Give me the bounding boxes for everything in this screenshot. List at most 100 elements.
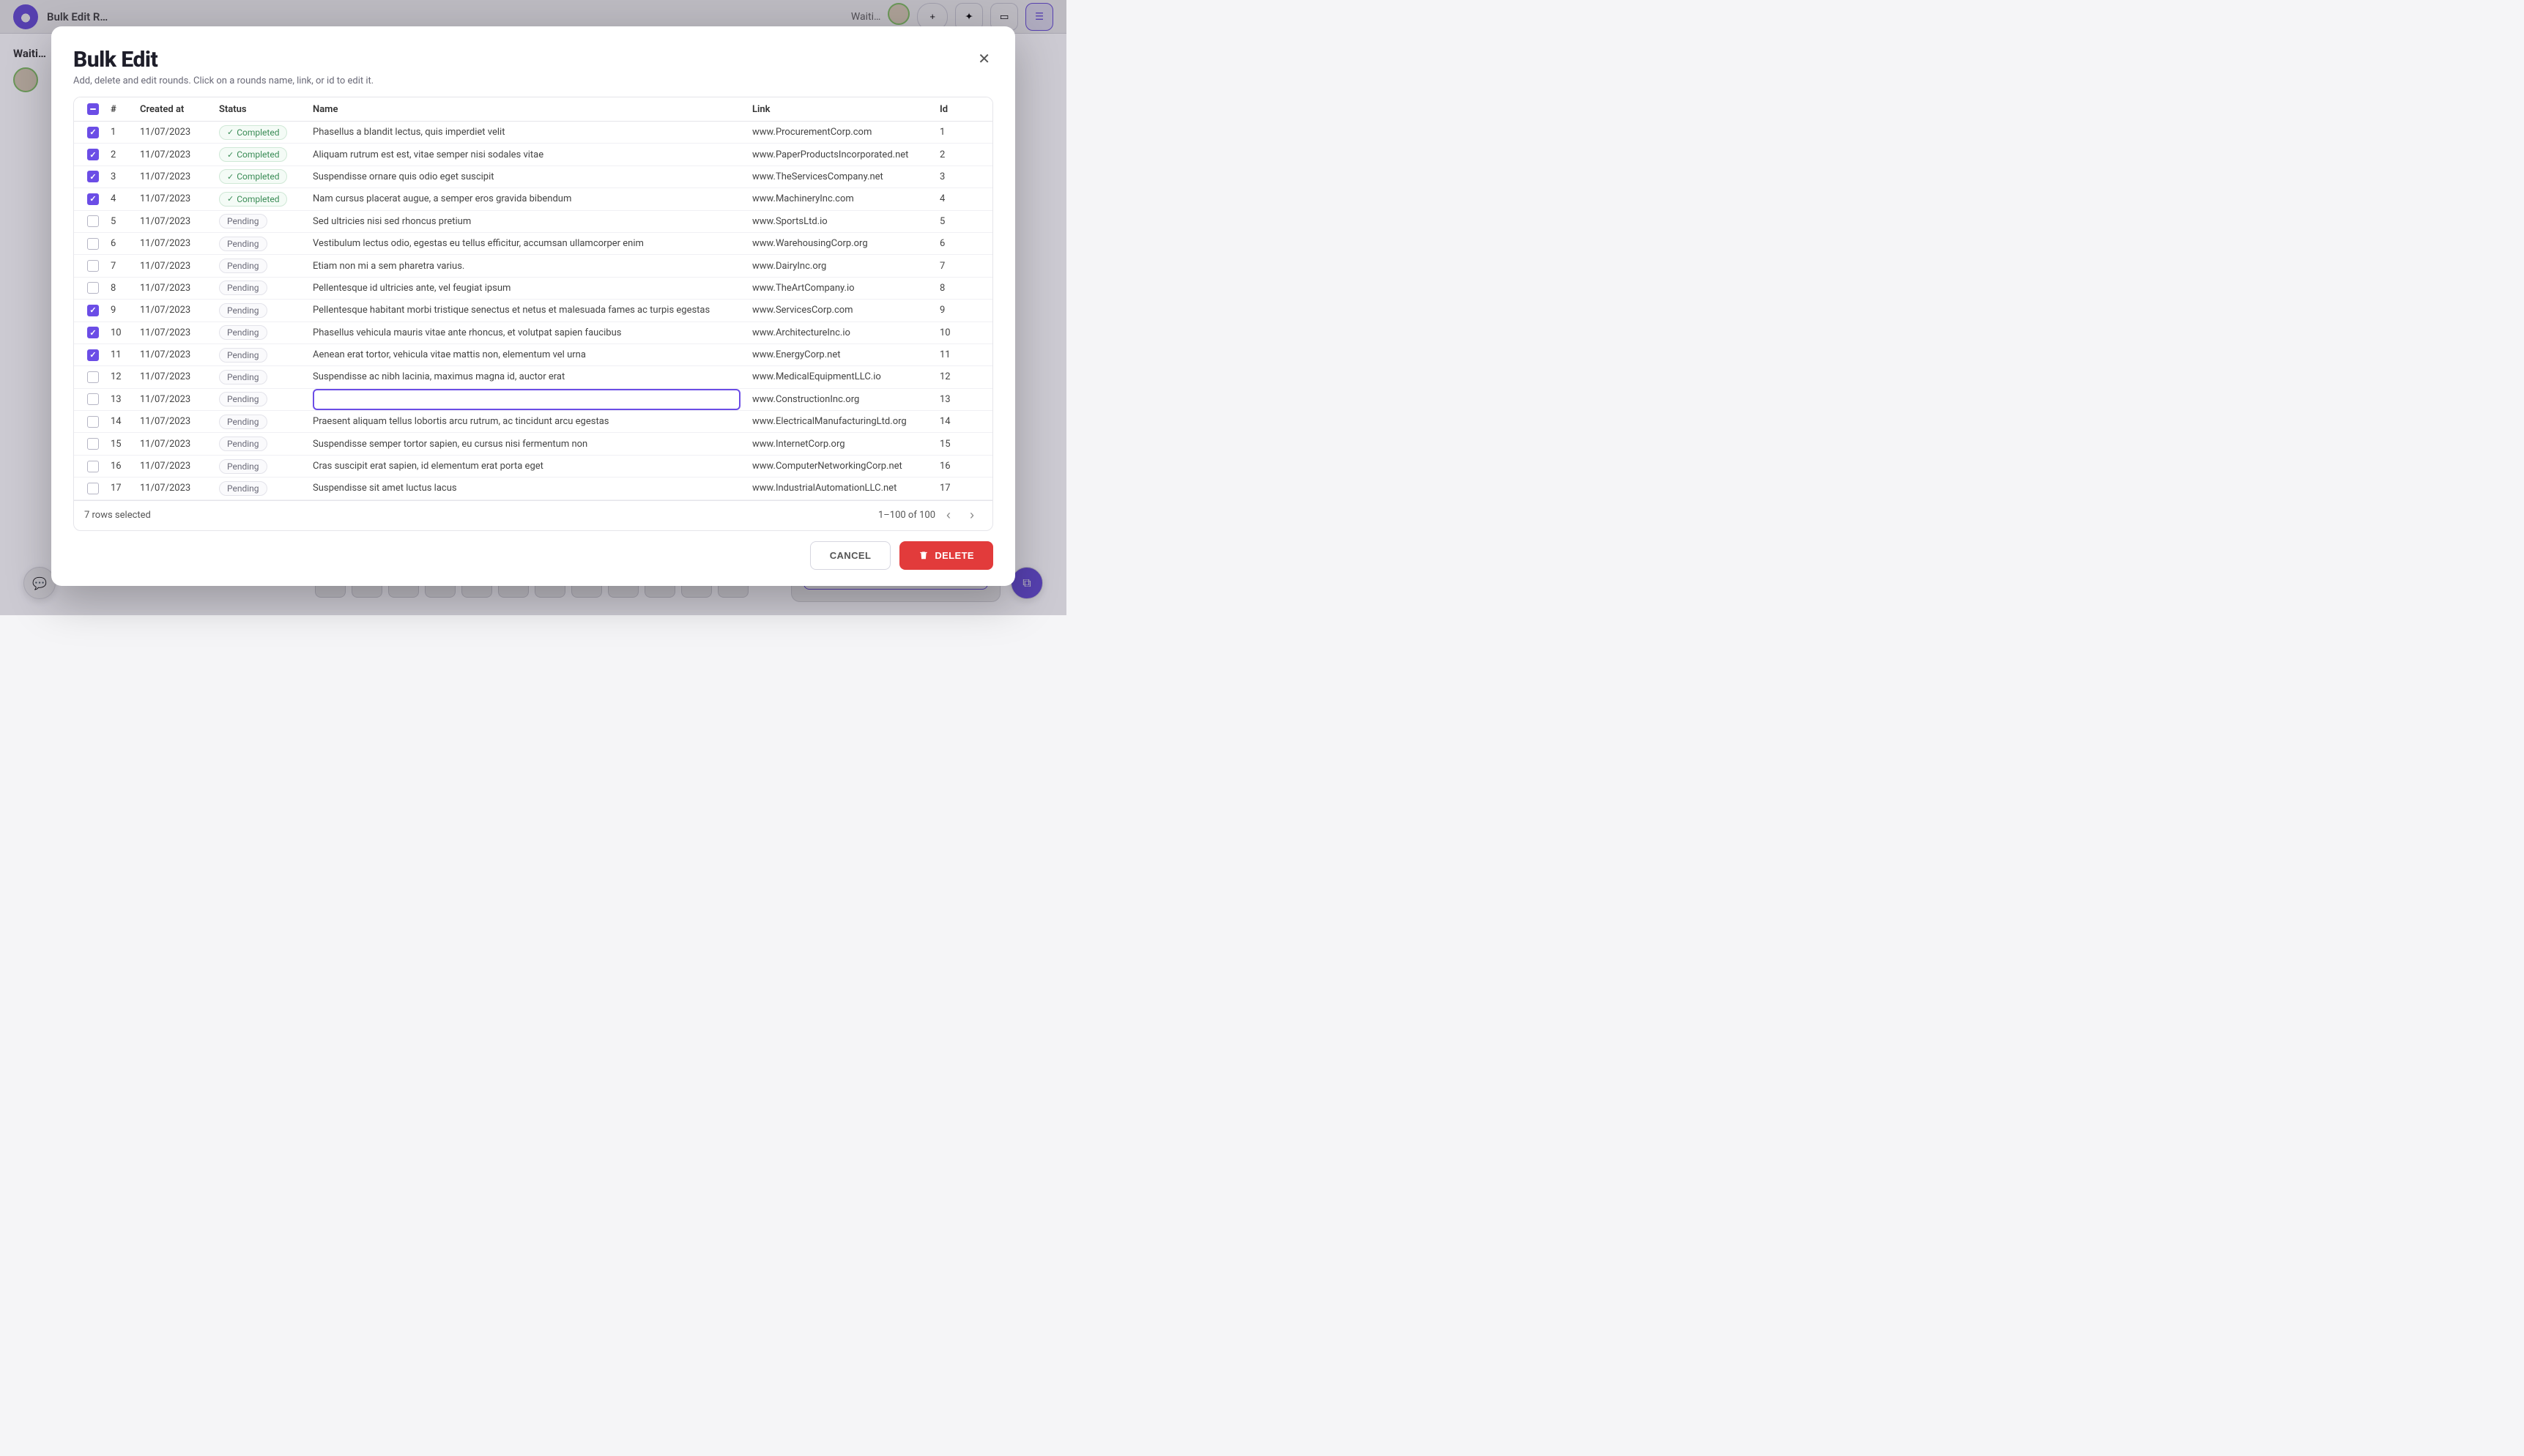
row-link-cell[interactable]: www.PaperProductsIncorporated.net: [748, 149, 935, 160]
row-name-cell[interactable]: Suspendisse sit amet luctus lacus: [308, 483, 748, 494]
row-link-cell[interactable]: www.MedicalEquipmentLLC.io: [748, 371, 935, 382]
row-link-cell[interactable]: www.WarehousingCorp.org: [748, 238, 935, 249]
row-name-cell[interactable]: Suspendisse ornare quis odio eget suscip…: [308, 171, 748, 182]
row-id-cell[interactable]: 5: [935, 216, 992, 227]
row-status: Pending: [215, 303, 308, 318]
row-checkbox[interactable]: [87, 461, 99, 472]
row-id-cell[interactable]: 12: [935, 371, 992, 382]
row-link-cell[interactable]: www.MachineryInc.com: [748, 193, 935, 204]
row-name-cell[interactable]: Suspendisse ac nibh lacinia, maximus mag…: [308, 371, 748, 382]
row-checkbox[interactable]: [87, 305, 99, 316]
row-id-cell[interactable]: 16: [935, 461, 992, 472]
row-number: 8: [106, 283, 136, 294]
row-id-cell[interactable]: 17: [935, 483, 992, 494]
row-id-cell[interactable]: 2: [935, 149, 992, 160]
row-id-cell[interactable]: 3: [935, 171, 992, 182]
row-checkbox[interactable]: [87, 393, 99, 405]
row-checkbox[interactable]: [87, 483, 99, 494]
row-name-cell[interactable]: Pellentesque habitant morbi tristique se…: [308, 305, 748, 316]
row-link-cell[interactable]: www.DairyInc.org: [748, 261, 935, 272]
modal-overlay: Bulk Edit Add, delete and edit rounds. C…: [0, 0, 1066, 615]
row-created: 11/07/2023: [136, 305, 215, 316]
prev-page-button[interactable]: ‹: [938, 505, 959, 526]
select-all-checkbox[interactable]: [87, 103, 99, 115]
table-row: 1611/07/2023PendingCras suscipit erat sa…: [74, 456, 992, 478]
name-edit-input[interactable]: [313, 389, 741, 410]
row-id-cell[interactable]: 1: [935, 127, 992, 138]
status-pending-chip: Pending: [219, 459, 267, 474]
row-created: 11/07/2023: [136, 327, 215, 338]
row-link-cell[interactable]: www.ElectricalManufacturingLtd.org: [748, 416, 935, 427]
row-link-cell[interactable]: www.IndustrialAutomationLLC.net: [748, 483, 935, 494]
row-checkbox[interactable]: [87, 282, 99, 294]
status-pending-chip: Pending: [219, 437, 267, 451]
row-name-cell[interactable]: Suspendisse semper tortor sapien, eu cur…: [308, 439, 748, 450]
table-row: 10 11/07/2023 Pending Phasellus vehicula ma…: [74, 322, 992, 344]
row-id-cell[interactable]: 6: [935, 238, 992, 249]
status-pending-chip: Pending: [219, 325, 267, 340]
row-status: ✓Completed: [215, 169, 308, 184]
row-link-cell[interactable]: www.ComputerNetworkingCorp.net: [748, 461, 935, 472]
row-checkbox[interactable]: [87, 371, 99, 383]
status-pending-chip: Pending: [219, 259, 267, 273]
row-name-cell[interactable]: Etiam non mi a sem pharetra varius.: [308, 261, 748, 272]
row-name-cell[interactable]: Praesent aliquam tellus lobortis arcu ru…: [308, 416, 748, 427]
status-completed-chip: ✓Completed: [219, 192, 287, 207]
row-checkbox[interactable]: [87, 416, 99, 428]
row-name-cell[interactable]: Sed ultricies nisi sed rhoncus pretium: [308, 216, 748, 227]
status-pending-chip: Pending: [219, 370, 267, 385]
row-name-cell[interactable]: [308, 389, 748, 410]
row-link-cell[interactable]: www.EnergyCorp.net: [748, 349, 935, 360]
row-link-cell[interactable]: www.TheServicesCompany.net: [748, 171, 935, 182]
cancel-button[interactable]: CANCEL: [810, 541, 891, 570]
row-id-cell[interactable]: 7: [935, 261, 992, 272]
status-completed-chip: ✓Completed: [219, 169, 287, 184]
row-id-cell[interactable]: 10: [935, 327, 992, 338]
row-checkbox[interactable]: [87, 327, 99, 338]
row-name-cell[interactable]: Phasellus a blandit lectus, quis imperdi…: [308, 127, 748, 138]
table-row: 1711/07/2023PendingSuspendisse sit amet …: [74, 478, 992, 499]
row-status: Pending: [215, 259, 308, 273]
row-link-cell[interactable]: www.InternetCorp.org: [748, 439, 935, 450]
row-name-cell[interactable]: Aliquam rutrum est est, vitae semper nis…: [308, 149, 748, 160]
row-name-cell[interactable]: Phasellus vehicula mauris vitae ante rho…: [308, 327, 748, 338]
row-name-cell[interactable]: Cras suscipit erat sapien, id elementum …: [308, 461, 748, 472]
row-link-cell[interactable]: www.TheArtCompany.io: [748, 283, 935, 294]
row-checkbox[interactable]: [87, 215, 99, 227]
row-id-cell[interactable]: 11: [935, 349, 992, 360]
row-created: 11/07/2023: [136, 171, 215, 182]
row-id-cell[interactable]: 4: [935, 193, 992, 204]
row-checkbox[interactable]: [87, 238, 99, 250]
row-name-cell[interactable]: Nam cursus placerat augue, a semper eros…: [308, 193, 748, 204]
row-id-cell[interactable]: 9: [935, 305, 992, 316]
row-checkbox[interactable]: [87, 127, 99, 138]
row-link-cell[interactable]: www.ProcurementCorp.com: [748, 127, 935, 138]
row-checkbox[interactable]: [87, 260, 99, 272]
row-checkbox[interactable]: [87, 349, 99, 361]
delete-button[interactable]: DELETE: [899, 541, 993, 570]
row-checkbox[interactable]: [87, 149, 99, 160]
check-icon: ✓: [227, 194, 234, 204]
next-page-button[interactable]: ›: [962, 505, 982, 526]
table-row: 1511/07/2023PendingSuspendisse semper to…: [74, 433, 992, 455]
row-number: 15: [106, 439, 136, 450]
row-checkbox[interactable]: [87, 193, 99, 205]
row-link-cell[interactable]: www.ArchitectureInc.io: [748, 327, 935, 338]
row-name-cell[interactable]: Aenean erat tortor, vehicula vitae matti…: [308, 349, 748, 360]
row-created: 11/07/2023: [136, 261, 215, 272]
row-checkbox[interactable]: [87, 438, 99, 450]
row-id-cell[interactable]: 15: [935, 439, 992, 450]
row-link-cell[interactable]: www.SportsLtd.io: [748, 216, 935, 227]
row-id-cell[interactable]: 13: [935, 394, 992, 405]
row-link-cell[interactable]: www.ServicesCorp.com: [748, 305, 935, 316]
close-button[interactable]: ✕: [975, 47, 993, 71]
row-name-cell[interactable]: Pellentesque id ultricies ante, vel feug…: [308, 283, 748, 294]
row-created: 11/07/2023: [136, 349, 215, 360]
row-status: Pending: [215, 415, 308, 429]
row-name-cell[interactable]: Vestibulum lectus odio, egestas eu tellu…: [308, 238, 748, 249]
row-link-cell[interactable]: www.ConstructionInc.org: [748, 394, 935, 405]
row-number: 5: [106, 216, 136, 227]
row-checkbox[interactable]: [87, 171, 99, 182]
row-id-cell[interactable]: 8: [935, 283, 992, 294]
row-id-cell[interactable]: 14: [935, 416, 992, 427]
